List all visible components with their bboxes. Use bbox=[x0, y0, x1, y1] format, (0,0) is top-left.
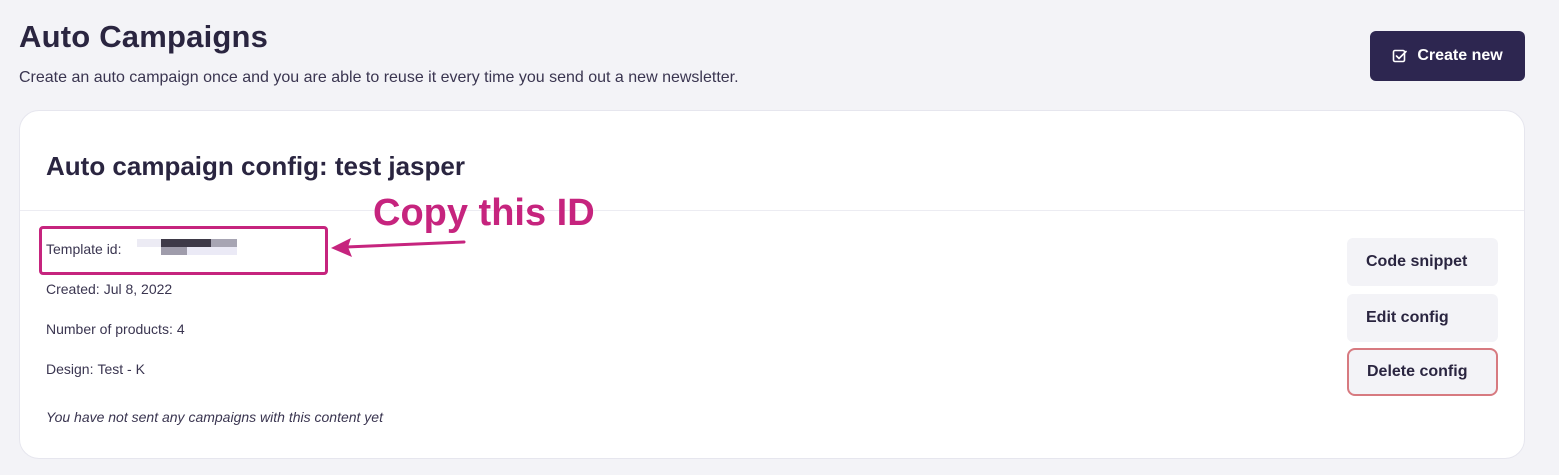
config-title: Auto campaign config: test jasper bbox=[46, 151, 465, 181]
created-row: Created: Jul 8, 2022 bbox=[46, 281, 172, 297]
products-row: Number of products: 4 bbox=[46, 321, 185, 337]
create-new-button[interactable]: Create new bbox=[1370, 31, 1525, 81]
page-subtitle: Create an auto campaign once and you are… bbox=[19, 69, 739, 86]
products-value: 4 bbox=[176, 321, 185, 337]
create-new-label: Create new bbox=[1417, 47, 1503, 64]
checkbox-edit-icon bbox=[1392, 48, 1408, 64]
card-divider bbox=[20, 210, 1524, 211]
annotation-highlight-box bbox=[39, 226, 328, 275]
annotation-text: Copy this ID bbox=[373, 192, 595, 234]
delete-config-button[interactable]: Delete config bbox=[1347, 348, 1498, 396]
design-label: Design: bbox=[46, 361, 94, 377]
products-label: Number of products: bbox=[46, 321, 173, 337]
campaign-status-note: You have not sent any campaigns with thi… bbox=[46, 409, 383, 425]
auto-campaign-card: Auto campaign config: test jasper Templa… bbox=[19, 110, 1525, 459]
edit-config-button[interactable]: Edit config bbox=[1347, 294, 1498, 342]
created-label: Created: bbox=[46, 281, 100, 297]
design-row: Design: Test - K bbox=[46, 361, 145, 377]
created-value: Jul 8, 2022 bbox=[103, 281, 173, 297]
design-value: Test - K bbox=[97, 361, 145, 377]
code-snippet-button[interactable]: Code snippet bbox=[1347, 238, 1498, 286]
page-title: Auto Campaigns bbox=[19, 19, 269, 54]
